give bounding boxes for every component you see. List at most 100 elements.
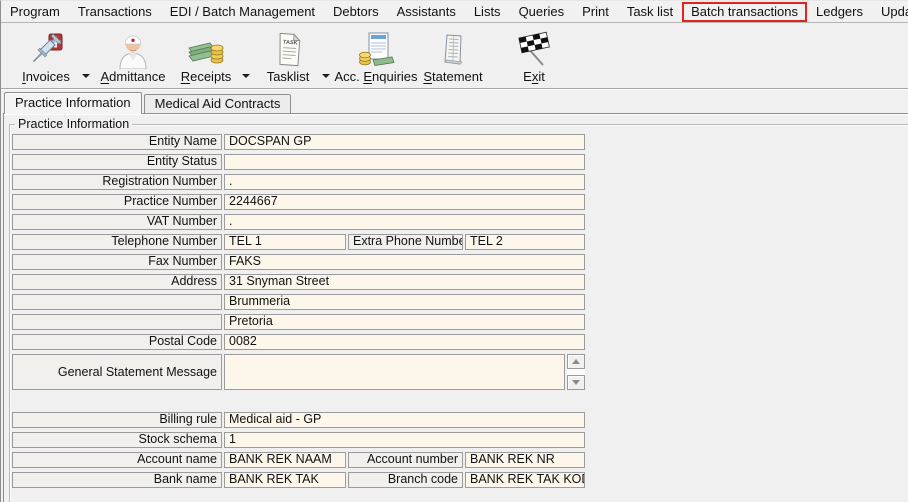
- groupbox-title: Practice Information: [15, 117, 132, 131]
- tab-strip: Practice Information Medical Aid Contrac…: [4, 92, 291, 113]
- account-name-label: Account name: [12, 452, 222, 468]
- postal-code-field[interactable]: 0082: [224, 334, 585, 350]
- form-row-account: Account name BANK REK NAAM Account numbe…: [12, 452, 585, 468]
- menu-program[interactable]: Program: [1, 2, 69, 22]
- address-3-label: [12, 314, 222, 330]
- message-scrollbar: [567, 354, 585, 390]
- address-2-label: [12, 294, 222, 310]
- form-row-fax-number: Fax Number FAKS: [12, 254, 585, 270]
- svg-text:TASK: TASK: [283, 40, 298, 47]
- toolbar: Invoices Admittance: [1, 24, 908, 89]
- fax-number-field[interactable]: FAKS: [224, 254, 585, 270]
- vat-number-label: VAT Number: [12, 214, 222, 230]
- form-row-bank: Bank name BANK REK TAK Branch code BANK …: [12, 472, 585, 488]
- address-line-2-field[interactable]: Brummeria: [224, 294, 585, 310]
- registration-number-label: Registration Number: [12, 174, 222, 190]
- entity-name-label: Entity Name: [12, 134, 222, 150]
- form-row-registration-number: Registration Number .: [12, 174, 585, 190]
- tasklist-dropdown-arrow-icon[interactable]: [322, 74, 330, 78]
- account-number-field[interactable]: BANK REK NR: [465, 452, 585, 468]
- vat-number-field[interactable]: .: [224, 214, 585, 230]
- arrow-down-icon: [572, 380, 580, 385]
- form-row-address-3: Pretoria: [12, 314, 585, 330]
- form-row-address-1: Address 31 Snyman Street: [12, 274, 585, 290]
- invoices-button[interactable]: Invoices: [14, 27, 78, 84]
- form-row-stock-schema: Stock schema 1: [12, 432, 585, 448]
- tasklist-label: Tasklist: [267, 69, 310, 84]
- task-note-icon: TASK: [268, 27, 308, 69]
- menu-transactions[interactable]: Transactions: [69, 2, 161, 22]
- cash-coins-icon: [186, 27, 226, 69]
- menu-edi-batch-management[interactable]: EDI / Batch Management: [161, 2, 324, 22]
- form-row-general-statement-message: General Statement Message: [12, 354, 585, 390]
- tab-panel: Practice Information Entity Name DOCSPAN…: [3, 113, 908, 502]
- practice-information-window: { "menu": { "items": ["Program","Transac…: [0, 0, 908, 502]
- menu-bar: Program Transactions EDI / Batch Managem…: [1, 1, 908, 23]
- receipts-dropdown-arrow-icon[interactable]: [242, 74, 250, 78]
- fax-number-label: Fax Number: [12, 254, 222, 270]
- address-line-1-field[interactable]: 31 Snyman Street: [224, 274, 585, 290]
- branch-code-field[interactable]: BANK REK TAK KODE: [465, 472, 585, 488]
- acc-enquiries-label: Acc. Enquiries: [334, 69, 417, 84]
- menu-lists[interactable]: Lists: [465, 2, 510, 22]
- menu-update[interactable]: Update: [872, 2, 908, 22]
- bank-name-field[interactable]: BANK REK TAK: [224, 472, 346, 488]
- form-row-vat-number: VAT Number .: [12, 214, 585, 230]
- form-row-billing-rule: Billing rule Medical aid - GP: [12, 412, 585, 428]
- arrow-up-icon: [572, 359, 580, 364]
- menu-task-list[interactable]: Task list: [618, 2, 682, 22]
- form-row-telephone: Telephone Number TEL 1 Extra Phone Numbe…: [12, 234, 585, 250]
- billing-rule-field[interactable]: Medical aid - GP: [224, 412, 585, 428]
- receipts-button[interactable]: Receipts: [173, 27, 239, 84]
- entity-name-field[interactable]: DOCSPAN GP: [224, 134, 585, 150]
- practice-number-field[interactable]: 2244667: [224, 194, 585, 210]
- admittance-button[interactable]: Admittance: [93, 27, 173, 84]
- scroll-up-button[interactable]: [567, 354, 585, 369]
- statement-label: Statement: [423, 69, 482, 84]
- account-name-field[interactable]: BANK REK NAAM: [224, 452, 346, 468]
- invoices-dropdown-arrow-icon[interactable]: [82, 74, 90, 78]
- branch-code-label: Branch code: [348, 472, 463, 488]
- extra-phone-number-field[interactable]: TEL 2: [465, 234, 585, 250]
- practice-information-groupbox: Practice Information Entity Name DOCSPAN…: [9, 124, 908, 502]
- address-label: Address: [12, 274, 222, 290]
- account-enquiry-icon: [356, 27, 396, 69]
- acc-enquiries-button[interactable]: Acc. Enquiries: [331, 27, 421, 84]
- form-row-postal-code: Postal Code 0082: [12, 334, 585, 350]
- tab-medical-aid-contracts[interactable]: Medical Aid Contracts: [144, 94, 292, 113]
- tasklist-button[interactable]: TASK Tasklist: [257, 27, 319, 84]
- statement-button[interactable]: Statement: [416, 27, 490, 84]
- menu-print[interactable]: Print: [573, 2, 618, 22]
- scroll-down-button[interactable]: [567, 375, 585, 390]
- form-row-practice-number: Practice Number 2244667: [12, 194, 585, 210]
- menu-queries[interactable]: Queries: [510, 2, 574, 22]
- form-row-entity-name: Entity Name DOCSPAN GP: [12, 134, 585, 150]
- tab-practice-information[interactable]: Practice Information: [4, 92, 142, 114]
- bank-name-label: Bank name: [12, 472, 222, 488]
- admittance-label: Admittance: [100, 69, 165, 84]
- menu-debtors[interactable]: Debtors: [324, 2, 388, 22]
- menu-assistants[interactable]: Assistants: [388, 2, 465, 22]
- stock-schema-label: Stock schema: [12, 432, 222, 448]
- entity-status-field[interactable]: [224, 154, 585, 170]
- nurse-icon: [113, 27, 153, 69]
- form-row-address-2: Brummeria: [12, 294, 585, 310]
- billing-rule-label: Billing rule: [12, 412, 222, 428]
- syringe-invoice-icon: [26, 27, 66, 69]
- stock-schema-field[interactable]: 1: [224, 432, 585, 448]
- telephone-number-label: Telephone Number: [12, 234, 222, 250]
- exit-button[interactable]: Exit: [506, 27, 562, 84]
- postal-code-label: Postal Code: [12, 334, 222, 350]
- menu-batch-transactions-highlighted[interactable]: Batch transactions: [682, 2, 807, 22]
- exit-label: Exit: [523, 69, 545, 84]
- receipts-label: Receipts: [181, 69, 232, 84]
- general-statement-message-label: General Statement Message: [12, 354, 222, 390]
- form: Entity Name DOCSPAN GP Entity Status Reg…: [12, 134, 585, 488]
- extra-phone-number-label: Extra Phone Number: [348, 234, 463, 250]
- telephone-number-field[interactable]: TEL 1: [224, 234, 346, 250]
- general-statement-message-field[interactable]: [224, 354, 565, 390]
- registration-number-field[interactable]: .: [224, 174, 585, 190]
- address-line-3-field[interactable]: Pretoria: [224, 314, 585, 330]
- entity-status-label: Entity Status: [12, 154, 222, 170]
- menu-ledgers[interactable]: Ledgers: [807, 2, 872, 22]
